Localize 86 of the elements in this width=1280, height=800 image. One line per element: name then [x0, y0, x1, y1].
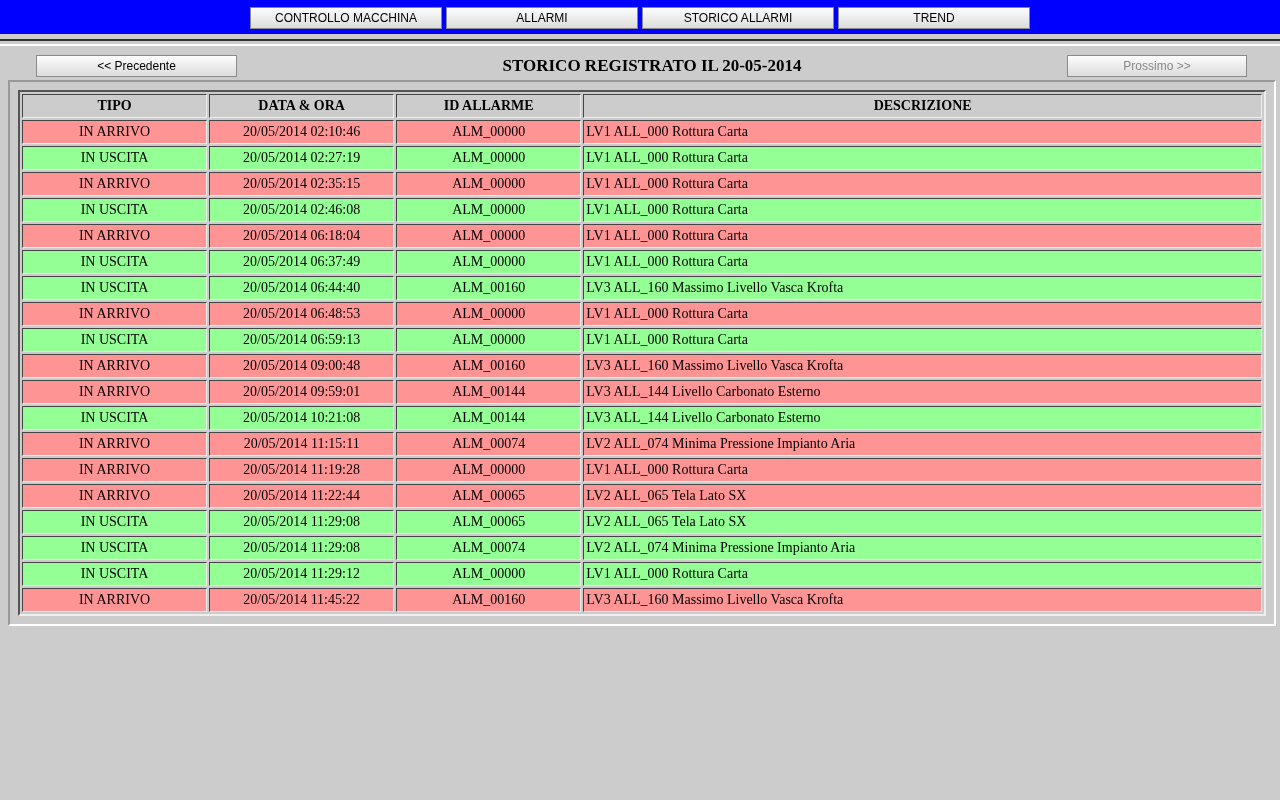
table-cell: 20/05/2014 02:46:08 — [209, 198, 395, 222]
table-cell: 20/05/2014 06:48:53 — [209, 302, 395, 326]
table-cell: 20/05/2014 11:45:22 — [209, 588, 395, 612]
table-cell: 20/05/2014 11:15:11 — [209, 432, 395, 456]
table-cell: 20/05/2014 06:37:49 — [209, 250, 395, 274]
table-cell: LV3 ALL_144 Livello Carbonato Esterno — [583, 406, 1262, 430]
table-cell: IN USCITA — [22, 250, 208, 274]
table-cell: LV2 ALL_074 Minima Pressione Impianto Aria — [583, 536, 1262, 560]
table-cell: IN USCITA — [22, 536, 208, 560]
table-cell: ALM_00000 — [396, 146, 582, 170]
table-cell: LV1 ALL_000 Rottura Carta — [583, 198, 1262, 222]
table-cell: LV1 ALL_000 Rottura Carta — [583, 562, 1262, 586]
table-cell: LV1 ALL_000 Rottura Carta — [583, 172, 1262, 196]
table-cell: IN ARRIVO — [22, 484, 208, 508]
column-header: DATA & ORA — [209, 94, 395, 118]
table-cell: IN USCITA — [22, 562, 208, 586]
table-cell: ALM_00074 — [396, 432, 582, 456]
column-header: TIPO — [22, 94, 208, 118]
table-cell: IN USCITA — [22, 146, 208, 170]
table-cell: IN USCITA — [22, 198, 208, 222]
table-cell: IN ARRIVO — [22, 172, 208, 196]
table-cell: IN ARRIVO — [22, 458, 208, 482]
table-cell: IN USCITA — [22, 276, 208, 300]
table-cell: 20/05/2014 10:21:08 — [209, 406, 395, 430]
table-cell: ALM_00074 — [396, 536, 582, 560]
table-cell: LV1 ALL_000 Rottura Carta — [583, 302, 1262, 326]
table-cell: ALM_00160 — [396, 588, 582, 612]
table-cell: IN ARRIVO — [22, 120, 208, 144]
table-cell: IN USCITA — [22, 406, 208, 430]
table-cell: 20/05/2014 06:18:04 — [209, 224, 395, 248]
table-cell: ALM_00000 — [396, 224, 582, 248]
table-cell: LV3 ALL_160 Massimo Livello Vasca Krofta — [583, 588, 1262, 612]
previous-button[interactable]: << Precedente — [36, 55, 237, 77]
table-cell: ALM_00160 — [396, 354, 582, 378]
nav-button[interactable]: ALLARMI — [446, 7, 638, 29]
table-cell: LV1 ALL_000 Rottura Carta — [583, 224, 1262, 248]
table-cell: LV1 ALL_000 Rottura Carta — [583, 146, 1262, 170]
table-cell: IN ARRIVO — [22, 354, 208, 378]
table-cell: 20/05/2014 11:29:08 — [209, 510, 395, 534]
table-cell: 20/05/2014 02:35:15 — [209, 172, 395, 196]
page-title: STORICO REGISTRATO IL 20-05-2014 — [502, 55, 802, 78]
table-cell: 20/05/2014 11:29:12 — [209, 562, 395, 586]
table-cell: ALM_00000 — [396, 562, 582, 586]
table-cell: ALM_00144 — [396, 380, 582, 404]
table-cell: LV2 ALL_065 Tela Lato SX — [583, 484, 1262, 508]
nav-button[interactable]: CONTROLLO MACCHINA — [250, 7, 442, 29]
table-cell: IN ARRIVO — [22, 224, 208, 248]
table-cell: ALM_00065 — [396, 484, 582, 508]
table-cell: 20/05/2014 11:22:44 — [209, 484, 395, 508]
table-cell: LV1 ALL_000 Rottura Carta — [583, 120, 1262, 144]
table-cell: LV3 ALL_144 Livello Carbonato Esterno — [583, 380, 1262, 404]
column-header: DESCRIZIONE — [583, 94, 1262, 118]
table-cell: ALM_00000 — [396, 302, 582, 326]
table-cell: 20/05/2014 06:59:13 — [209, 328, 395, 352]
table-cell: LV3 ALL_160 Massimo Livello Vasca Krofta — [583, 276, 1262, 300]
table-cell: LV1 ALL_000 Rottura Carta — [583, 328, 1262, 352]
table-cell: ALM_00065 — [396, 510, 582, 534]
table-cell: 20/05/2014 11:19:28 — [209, 458, 395, 482]
table-cell: IN ARRIVO — [22, 380, 208, 404]
table-cell: IN USCITA — [22, 328, 208, 352]
table-cell: ALM_00000 — [396, 120, 582, 144]
nav-button[interactable]: STORICO ALLARMI — [642, 7, 834, 29]
table-cell: 20/05/2014 09:00:48 — [209, 354, 395, 378]
table-cell: IN ARRIVO — [22, 588, 208, 612]
table-cell: LV1 ALL_000 Rottura Carta — [583, 458, 1262, 482]
table-cell: ALM_00160 — [396, 276, 582, 300]
table-cell: LV1 ALL_000 Rottura Carta — [583, 250, 1262, 274]
table-cell: IN USCITA — [22, 510, 208, 534]
table-cell: ALM_00000 — [396, 458, 582, 482]
table-cell: 20/05/2014 02:27:19 — [209, 146, 395, 170]
table-cell: ALM_00000 — [396, 250, 582, 274]
table-cell: ALM_00000 — [396, 172, 582, 196]
table-cell: ALM_00000 — [396, 198, 582, 222]
column-header: ID ALLARME — [396, 94, 582, 118]
table-cell: IN ARRIVO — [22, 302, 208, 326]
table-cell: IN ARRIVO — [22, 432, 208, 456]
table-cell: 20/05/2014 02:10:46 — [209, 120, 395, 144]
table-cell: 20/05/2014 09:59:01 — [209, 380, 395, 404]
table-cell: LV2 ALL_065 Tela Lato SX — [583, 510, 1262, 534]
table-cell: LV3 ALL_160 Massimo Livello Vasca Krofta — [583, 354, 1262, 378]
nav-button[interactable]: TREND — [838, 7, 1030, 29]
table-cell: ALM_00000 — [396, 328, 582, 352]
table-cell: 20/05/2014 06:44:40 — [209, 276, 395, 300]
table-cell: ALM_00144 — [396, 406, 582, 430]
table-cell: 20/05/2014 11:29:08 — [209, 536, 395, 560]
table-cell: LV2 ALL_074 Minima Pressione Impianto Aria — [583, 432, 1262, 456]
